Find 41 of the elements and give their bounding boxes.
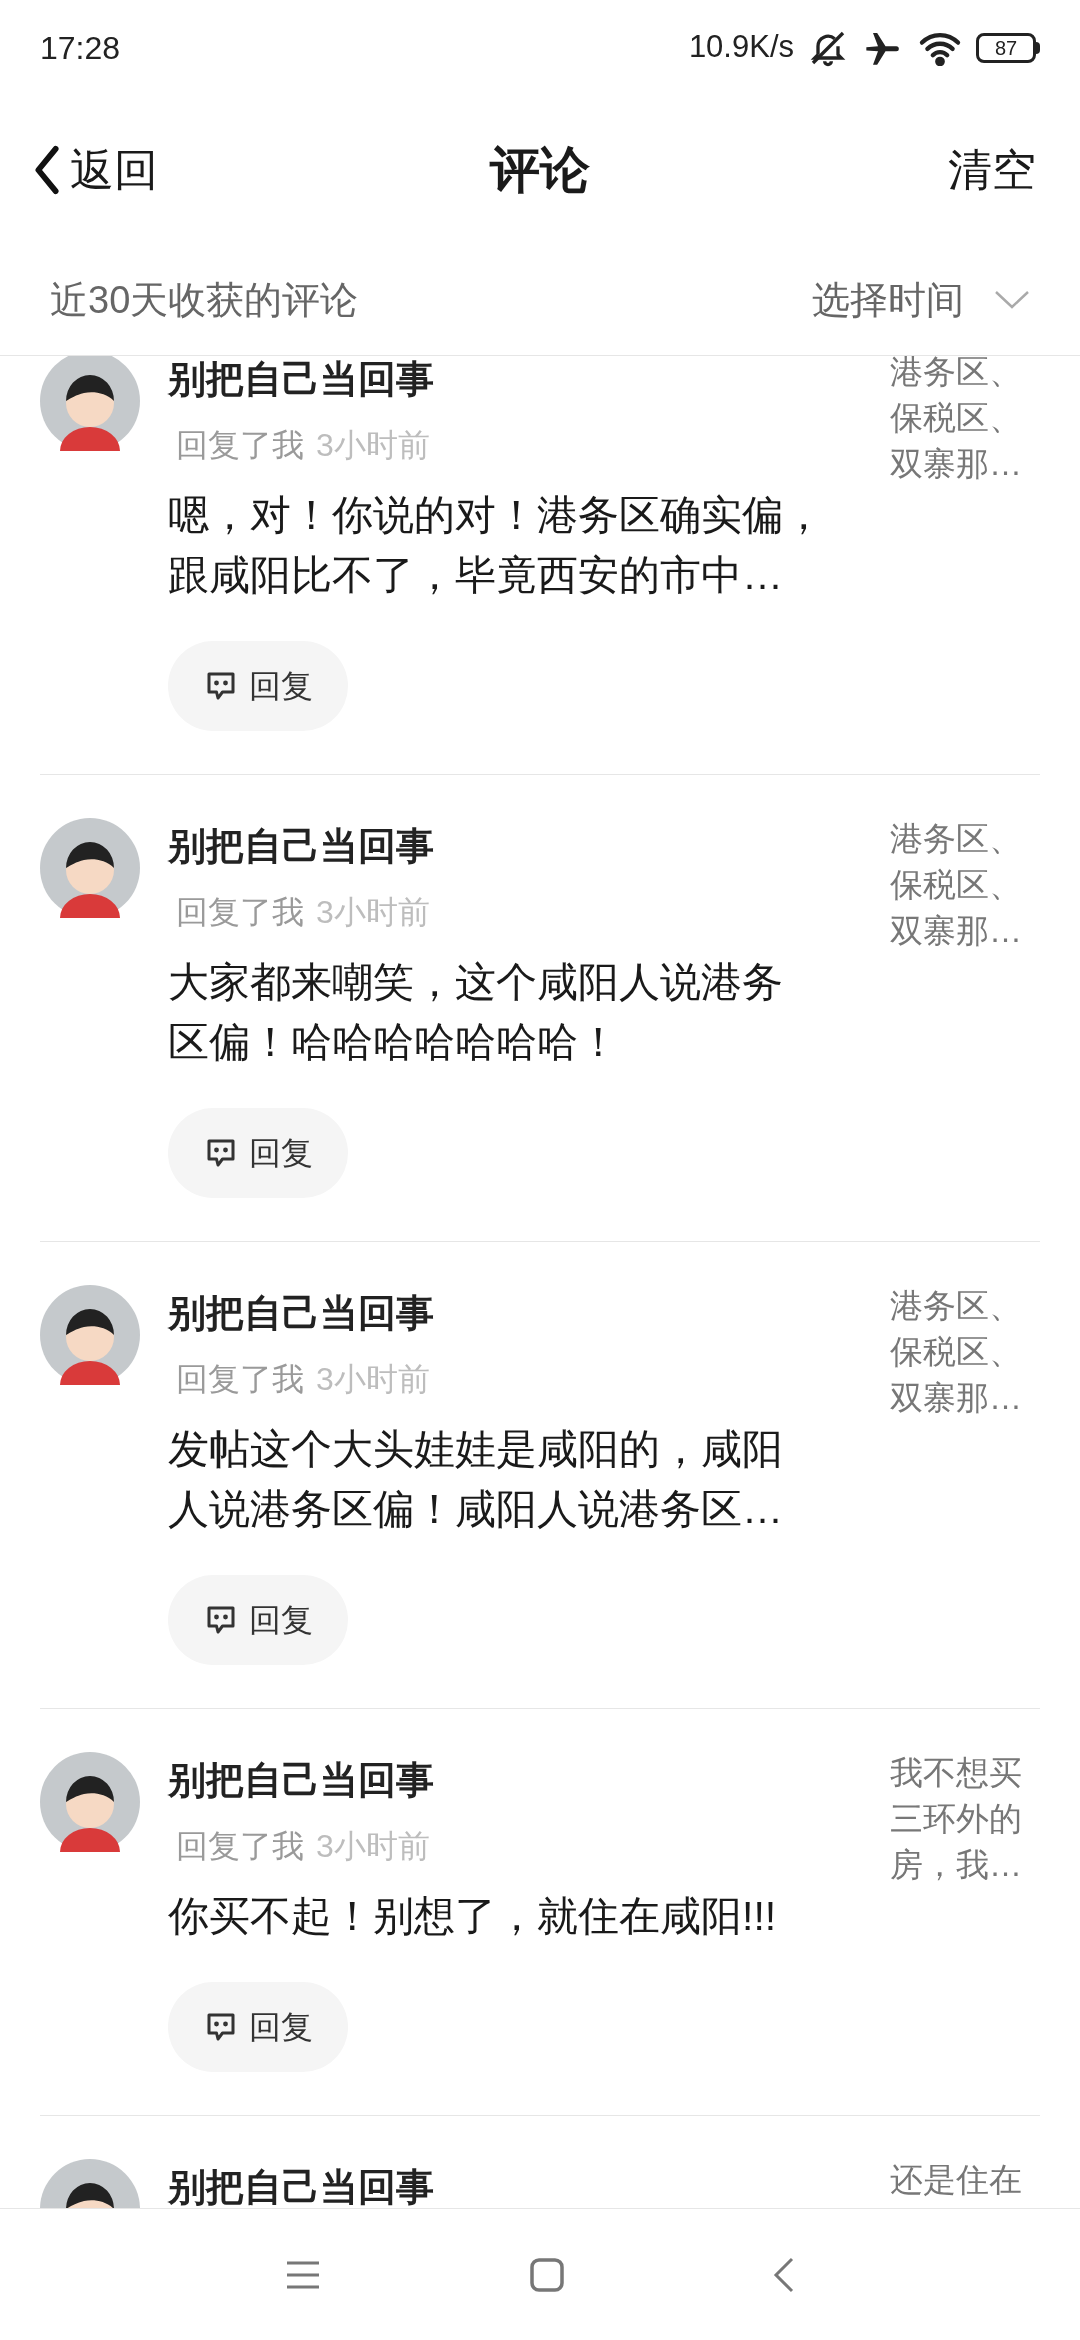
status-time: 17:28 <box>40 28 121 68</box>
comment-time: 3小时前 <box>316 893 430 932</box>
user-name: 别把自己当回事 <box>168 357 434 402</box>
quoted-post: 港务区、 保税区、 双寨那… <box>890 819 1023 951</box>
quoted-post: 还是住在 <box>890 2160 1023 2200</box>
menu-icon[interactable] <box>284 2259 321 2290</box>
user-name: 别把自己当回事 <box>168 1758 434 1803</box>
avatar-icon <box>40 1285 140 1385</box>
comment-text: 嗯，对！你说的对！港务区确实偏， 跟咸阳比不了，毕竟西安的市中… <box>168 491 824 600</box>
avatar-icon <box>40 1752 140 1852</box>
comment-time: 3小时前 <box>316 1360 430 1399</box>
back-button[interactable]: 返回 <box>32 137 158 203</box>
quoted-post: 港务区、 保税区、 双寨那… <box>890 1286 1023 1418</box>
comment-time: 3小时前 <box>316 1827 430 1866</box>
comment-text: 发帖这个大头娃娃是咸阳的，咸阳 人说港务区偏！咸阳人说港务区… <box>168 1425 783 1534</box>
comment-text: 你买不起！别想了，就住在咸阳!!! <box>168 1892 777 1941</box>
chevron-down-icon <box>994 290 1030 310</box>
comment-text: 大家都来嘲笑，这个咸阳人说港务 区偏！哈哈哈哈哈哈哈！ <box>168 958 783 1067</box>
user-name: 别把自己当回事 <box>168 824 434 869</box>
time-picker[interactable]: 选择时间 <box>812 271 1030 329</box>
reply-button[interactable]: 回复 <box>168 1108 348 1198</box>
home-square-icon[interactable] <box>530 2257 564 2292</box>
back-icon[interactable] <box>773 2256 796 2293</box>
network-speed: 10.9K/s <box>688 28 794 67</box>
avatar-icon <box>40 356 140 451</box>
clear-button[interactable]: 清空 <box>948 137 1048 203</box>
reply-button[interactable]: 回复 <box>168 1575 348 1665</box>
avatar-icon <box>40 818 140 918</box>
reply-note: 回复了我 <box>176 893 304 932</box>
comment-time: 3小时前 <box>316 426 430 465</box>
user-name: 别把自己当回事 <box>168 1291 434 1336</box>
reply-note: 回复了我 <box>176 1360 304 1399</box>
reply-note: 回复了我 <box>176 1827 304 1866</box>
quoted-post: 我不想买 三环外的 房，我… <box>890 1753 1023 1885</box>
page-title: 评论 <box>490 140 590 200</box>
reply-note: 回复了我 <box>176 426 304 465</box>
reply-button[interactable]: 回复 <box>168 1982 348 2072</box>
filter-label: 近30天收获的评论 <box>50 277 359 323</box>
reply-button[interactable]: 回复 <box>168 641 348 731</box>
quoted-post: 港务区、 保税区、 双寨那… <box>890 356 1023 484</box>
user-name: 别把自己当回事 <box>168 2165 434 2208</box>
